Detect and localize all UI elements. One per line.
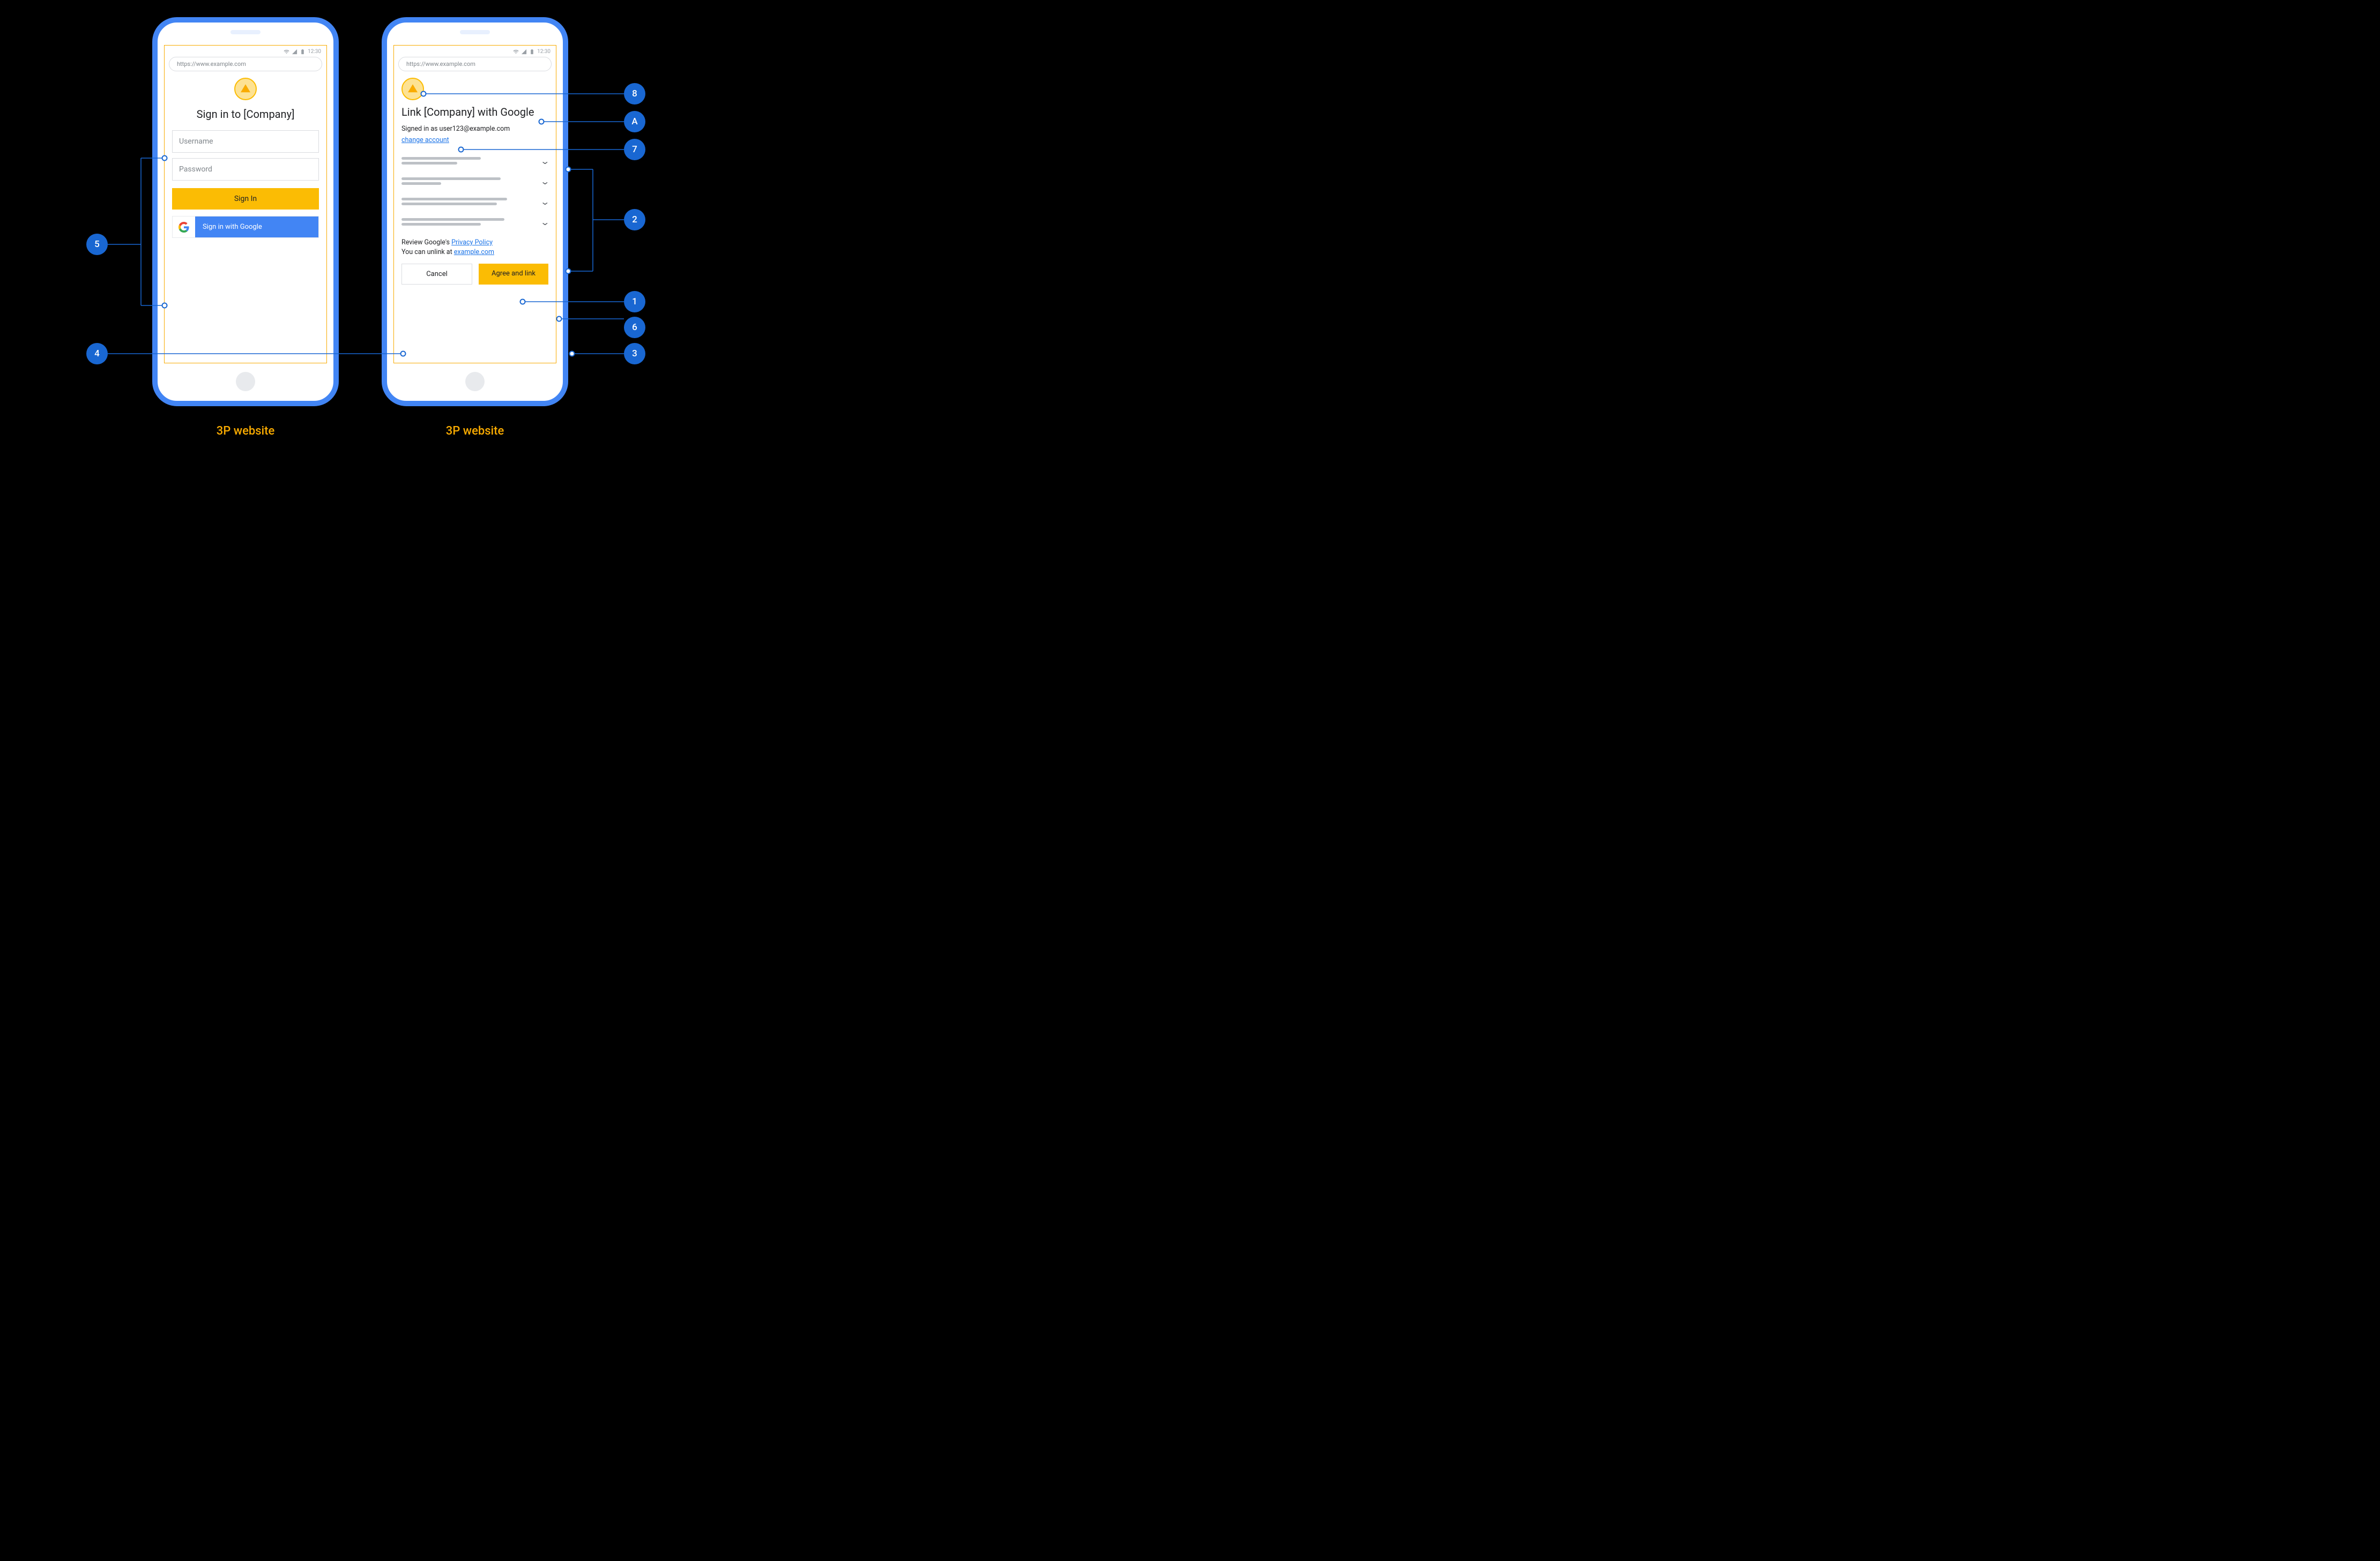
agree-button[interactable]: Agree and link bbox=[479, 264, 548, 285]
url-bar[interactable]: https://www.example.com bbox=[169, 57, 322, 71]
screen-2: 12:30 https://www.example.com Link [Comp… bbox=[393, 45, 556, 363]
privacy-review: Review Google's Privacy Policy bbox=[401, 238, 548, 247]
google-signin-label: Sign in with Google bbox=[195, 216, 318, 237]
chevron-down-icon: ⌄ bbox=[540, 197, 550, 207]
chevron-down-icon: ⌄ bbox=[540, 156, 550, 166]
signin-button[interactable]: Sign In bbox=[172, 188, 319, 210]
company-logo-icon bbox=[234, 78, 257, 100]
chevron-down-icon: ⌄ bbox=[540, 217, 550, 227]
password-field[interactable]: Password bbox=[172, 158, 319, 181]
url-bar[interactable]: https://www.example.com bbox=[398, 57, 552, 71]
google-logo-icon bbox=[173, 216, 195, 237]
permission-row[interactable]: ⌄ bbox=[401, 152, 548, 172]
battery-icon bbox=[300, 49, 306, 55]
chevron-down-icon: ⌄ bbox=[540, 176, 550, 186]
annotation-badge-A: A bbox=[624, 111, 645, 132]
annotation-badge-3: 3 bbox=[624, 343, 645, 364]
annotation-badge-1: 1 bbox=[624, 291, 645, 312]
status-bar: 12:30 bbox=[165, 46, 326, 56]
phone-consent: 12:30 https://www.example.com Link [Comp… bbox=[382, 17, 568, 406]
username-field[interactable]: Username bbox=[172, 130, 319, 153]
battery-icon bbox=[529, 49, 535, 55]
status-bar: 12:30 bbox=[394, 46, 556, 56]
phone-speaker bbox=[230, 30, 261, 34]
caption-left: 3P website bbox=[152, 424, 339, 438]
signal-icon bbox=[521, 49, 527, 55]
caption-right: 3P website bbox=[382, 424, 568, 438]
connectors bbox=[0, 0, 732, 481]
google-signin-button[interactable]: Sign in with Google bbox=[172, 216, 319, 238]
annotation-badge-8: 8 bbox=[624, 83, 645, 104]
permission-row[interactable]: ⌄ bbox=[401, 213, 548, 233]
unlink-info: You can unlink at example.com bbox=[401, 248, 548, 256]
permissions-list: ⌄ ⌄ ⌄ ⌄ bbox=[401, 152, 548, 233]
annotation-badge-7: 7 bbox=[624, 139, 645, 160]
signin-title: Sign in to [Company] bbox=[172, 108, 319, 121]
cancel-button[interactable]: Cancel bbox=[401, 264, 472, 285]
wifi-icon bbox=[513, 49, 519, 55]
change-account-link[interactable]: change account bbox=[401, 136, 449, 144]
home-button[interactable] bbox=[236, 372, 255, 391]
privacy-policy-link[interactable]: Privacy Policy bbox=[451, 238, 493, 247]
signed-in-text: Signed in as user123@example.com bbox=[401, 125, 548, 133]
annotation-badge-5: 5 bbox=[86, 234, 108, 255]
annotation-badge-6: 6 bbox=[624, 317, 645, 338]
company-logo-icon bbox=[401, 78, 424, 100]
phone-speaker bbox=[460, 30, 490, 34]
annotation-badge-4: 4 bbox=[86, 343, 108, 364]
clock: 12:30 bbox=[537, 49, 551, 55]
permission-row[interactable]: ⌄ bbox=[401, 192, 548, 213]
clock: 12:30 bbox=[308, 49, 321, 55]
phone-signin: 12:30 https://www.example.com Sign in to… bbox=[152, 17, 339, 406]
home-button[interactable] bbox=[465, 372, 485, 391]
permission-row[interactable]: ⌄ bbox=[401, 172, 548, 192]
consent-title: Link [Company] with Google bbox=[401, 106, 548, 118]
wifi-icon bbox=[284, 49, 289, 55]
annotation-badge-2: 2 bbox=[624, 209, 645, 230]
unlink-link[interactable]: example.com bbox=[454, 248, 494, 256]
screen-1: 12:30 https://www.example.com Sign in to… bbox=[164, 45, 327, 363]
signal-icon bbox=[292, 49, 298, 55]
